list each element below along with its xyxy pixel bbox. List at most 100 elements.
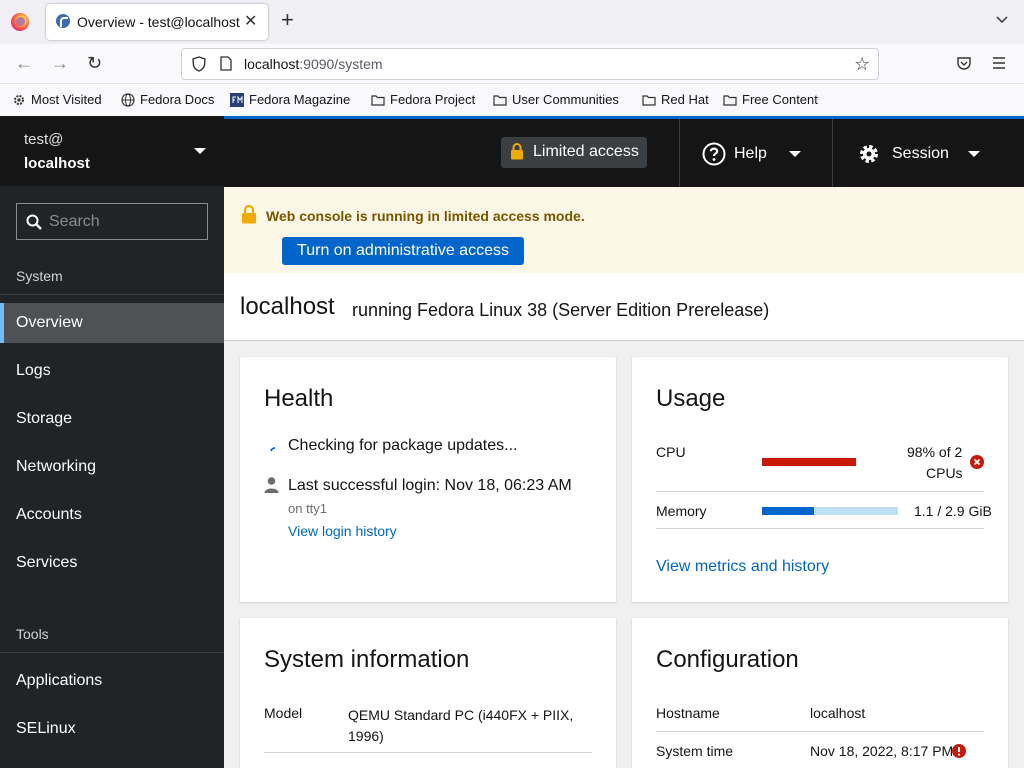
firefox-icon[interactable] (11, 13, 29, 31)
bookmark-red-hat[interactable]: Red Hat (642, 92, 709, 107)
folder-icon (371, 94, 385, 106)
divider (656, 731, 984, 732)
turn-on-admin-access-button[interactable]: Turn on administrative access (282, 237, 524, 265)
hostname-value[interactable]: localhost (810, 705, 865, 721)
view-metrics-link[interactable]: View metrics and history (656, 558, 829, 576)
divider (656, 528, 984, 529)
health-card-title: Health (264, 385, 334, 412)
view-login-history-link[interactable]: View login history (288, 523, 397, 539)
spinner-icon (270, 447, 276, 452)
reload-icon[interactable]: ↻ (87, 54, 102, 72)
sidebar-item-accounts[interactable]: Accounts (0, 495, 224, 535)
bookmark-label: Most Visited (31, 92, 102, 107)
browser-nav-bar: ← → ↻ localhost:9090/system ☆ (0, 44, 1024, 84)
hamburger-menu-icon[interactable] (991, 55, 1007, 71)
os-description: running Fedora Linux 38 (Server Edition … (352, 300, 770, 320)
alert-title: Web console is running in limited access… (266, 208, 585, 224)
host-switcher[interactable]: test@ localhost (0, 116, 224, 186)
masthead: Limited access Help Session (224, 116, 1024, 187)
sidebar: test@ localhost System Overview Logs Sto… (0, 116, 224, 768)
bookmark-fedora-project[interactable]: Fedora Project (371, 92, 475, 107)
back-arrow-icon[interactable]: ← (15, 54, 33, 72)
cpu-usage-bar (762, 458, 858, 466)
system-info-card-title: System information (264, 646, 470, 673)
cpu-usage-fill (762, 458, 857, 466)
bookmarks-toolbar: Most Visited Fedora Docs Fedora Magazine… (0, 84, 1024, 116)
url-text[interactable]: localhost:9090/system (244, 56, 383, 72)
bookmark-label: Free Content (742, 92, 818, 107)
sidebar-item-overview[interactable]: Overview (0, 303, 224, 343)
search-input[interactable] (49, 212, 199, 232)
cpu-value-line1: 98% of 2 (907, 444, 963, 460)
tools-section-label: Tools (16, 626, 49, 642)
error-circle-icon (970, 455, 984, 469)
bookmark-label: Red Hat (661, 92, 709, 107)
last-login-tty: on tty1 (288, 501, 328, 516)
close-tab-icon[interactable]: ✕ (244, 11, 257, 31)
exclamation-circle-icon (952, 744, 966, 758)
new-tab-icon[interactable]: + (281, 9, 294, 31)
host-name: localhost (24, 155, 90, 172)
memory-usage-fill (762, 507, 814, 515)
bookmark-fedora-docs[interactable]: Fedora Docs (121, 92, 214, 107)
page-header: localhost running Fedora Linux 38 (Serve… (224, 273, 1024, 341)
sidebar-item-networking[interactable]: Networking (0, 447, 224, 487)
folder-icon (642, 94, 656, 106)
chevron-down-icon[interactable] (996, 14, 1008, 26)
fedora-magazine-icon (230, 92, 244, 107)
configuration-card: Configuration Hostname localhost System … (632, 618, 1008, 768)
bookmark-star-icon[interactable]: ☆ (854, 54, 870, 75)
fedora-favicon-icon (56, 14, 70, 28)
browser-tab[interactable]: Overview - test@localhost ✕ (46, 4, 268, 40)
question-circle-icon (702, 142, 726, 166)
lock-icon (511, 143, 523, 160)
limited-access-button[interactable]: Limited access (501, 137, 647, 168)
sidebar-item-storage[interactable]: Storage (0, 399, 224, 439)
host-user: test@ (24, 131, 64, 148)
bookmark-user-communities[interactable]: User Communities (493, 92, 619, 107)
lock-icon (242, 205, 256, 224)
browser-tab-bar: Overview - test@localhost ✕ + (0, 0, 1024, 44)
sidebar-item-services[interactable]: Services (0, 543, 224, 583)
sidebar-item-applications[interactable]: Applications (0, 661, 224, 701)
health-card: Health Checking for package updates... L… (240, 357, 616, 602)
usage-card-title: Usage (656, 385, 726, 412)
caret-down-icon (967, 151, 980, 157)
system-section-label: System (16, 268, 63, 284)
folder-icon (723, 94, 737, 106)
bookmark-free-content[interactable]: Free Content (723, 92, 818, 107)
package-updates-status: Checking for package updates... (288, 437, 518, 454)
session-menu-button[interactable]: Session (857, 139, 980, 169)
search-icon (26, 214, 42, 230)
sidebar-item-logs[interactable]: Logs (0, 351, 224, 391)
bookmark-most-visited[interactable]: Most Visited (12, 92, 102, 107)
session-label: Session (892, 145, 949, 162)
globe-icon (121, 92, 135, 107)
page-title: localhost (240, 293, 335, 320)
configuration-card-title: Configuration (656, 646, 799, 673)
shield-icon[interactable] (192, 56, 206, 72)
system-time-value[interactable]: Nov 18, 2022, 8:17 PM (810, 743, 953, 759)
model-label: Model (264, 705, 303, 721)
pocket-icon[interactable] (956, 55, 972, 71)
folder-icon (493, 94, 507, 106)
forward-arrow-icon[interactable]: → (51, 54, 69, 72)
search-box (16, 203, 208, 240)
bookmark-label: Fedora Project (390, 92, 476, 107)
divider (832, 119, 833, 187)
last-login-text: Last successful login: Nov 18, 06:23 AM (288, 477, 572, 494)
memory-usage-bar (762, 507, 898, 515)
memory-value: 1.1 / 2.9 GiB (914, 503, 992, 519)
sidebar-item-selinux[interactable]: SELinux (0, 709, 224, 749)
url-bar[interactable]: localhost:9090/system ☆ (181, 48, 879, 80)
bookmark-fedora-magazine[interactable]: Fedora Magazine (230, 92, 350, 107)
caret-down-icon (194, 148, 206, 154)
limited-access-label: Limited access (533, 143, 639, 160)
memory-label: Memory (656, 503, 707, 519)
page-icon[interactable] (220, 56, 232, 71)
limited-access-alert: Web console is running in limited access… (224, 187, 1024, 273)
bookmark-label: Fedora Docs (140, 92, 215, 107)
divider (264, 752, 592, 753)
divider (679, 119, 680, 187)
help-menu-button[interactable]: Help (702, 139, 801, 169)
